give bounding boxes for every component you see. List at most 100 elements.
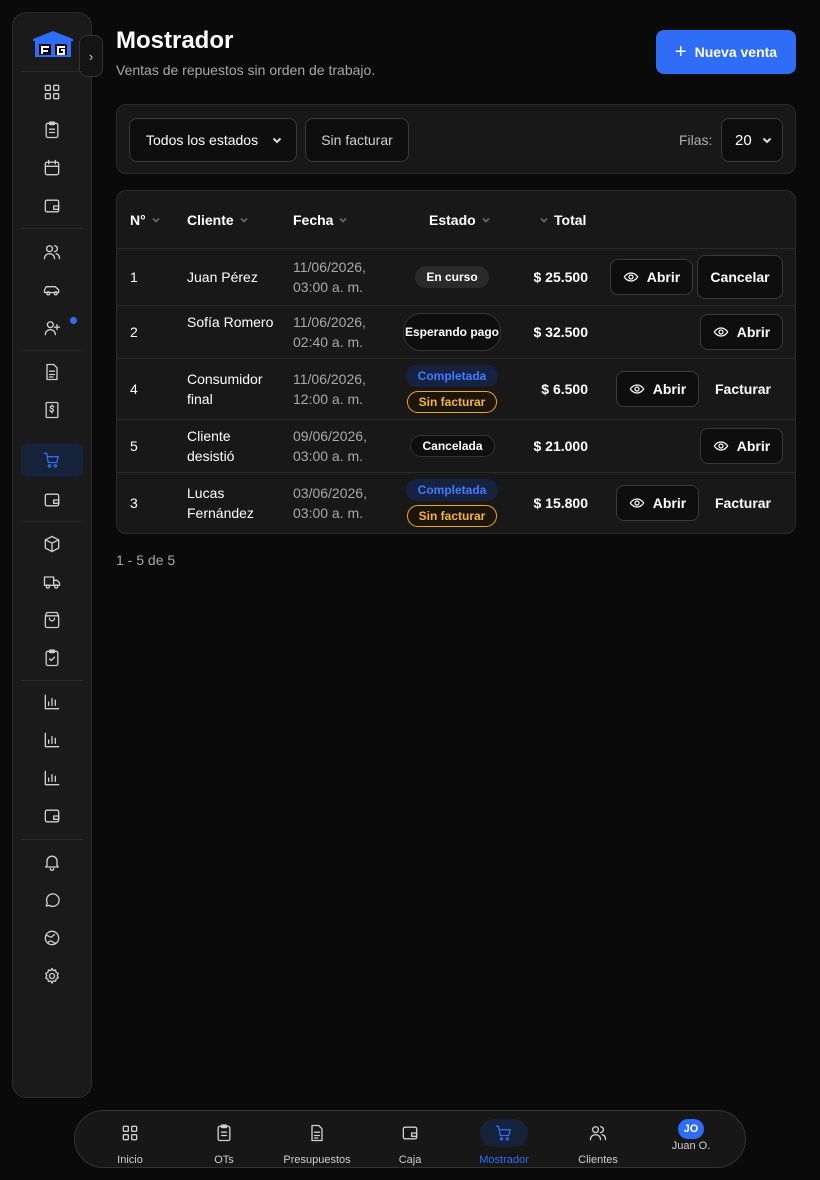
bottom-nav-label: Presupuestos bbox=[283, 1154, 351, 1166]
column-header-estado[interactable]: Estado bbox=[429, 212, 490, 228]
sidebar-divider bbox=[21, 680, 83, 681]
box-icon bbox=[44, 535, 60, 553]
sidebar-item-calendar[interactable] bbox=[21, 151, 83, 185]
users-icon bbox=[43, 245, 61, 260]
car-icon bbox=[43, 286, 60, 296]
invoice-button[interactable]: Facturar bbox=[707, 371, 779, 407]
truck-icon bbox=[43, 576, 61, 589]
status-badge: En curso bbox=[415, 266, 489, 288]
calendar-icon bbox=[44, 159, 60, 176]
status-badge: Completada bbox=[406, 365, 498, 387]
open-button[interactable]: Abrir bbox=[700, 428, 783, 464]
sidebar-item-vehicles[interactable] bbox=[21, 273, 83, 307]
bottom-nav-caja[interactable]: Caja bbox=[365, 1111, 455, 1167]
sidebar-item-report-3[interactable] bbox=[21, 761, 83, 795]
chevron-down-icon bbox=[272, 137, 282, 144]
invoice-dollar-icon bbox=[45, 401, 59, 419]
open-button[interactable]: Abrir bbox=[610, 259, 693, 295]
row-number: 4 bbox=[130, 381, 138, 397]
status-badge: Esperando pago bbox=[403, 313, 501, 351]
row-number: 3 bbox=[130, 495, 138, 511]
sidebar-item-wallet[interactable] bbox=[21, 189, 83, 223]
table-row: 5 Cliente desistió 09/06/2026, 03:00 a. … bbox=[117, 420, 795, 473]
row-client: Lucas Fernández bbox=[187, 485, 254, 521]
bottom-nav-user[interactable]: JO Juan O. bbox=[646, 1111, 736, 1167]
sidebar-item-caja[interactable] bbox=[21, 483, 83, 517]
column-header-fecha[interactable]: Fecha bbox=[293, 212, 348, 228]
document-icon bbox=[46, 363, 58, 381]
billing-badge: Sin facturar bbox=[407, 391, 497, 413]
sidebar-item-add-user[interactable] bbox=[21, 311, 83, 345]
bottom-nav-mostrador[interactable]: Mostrador bbox=[459, 1111, 549, 1167]
cancel-sale-button[interactable]: Cancelar bbox=[697, 255, 783, 299]
plus-icon: + bbox=[674, 41, 687, 63]
table-row: 1 Juan Pérez 11/06/2026, 03:00 a. m. En … bbox=[117, 249, 795, 306]
sidebar-item-tasks[interactable] bbox=[21, 641, 83, 675]
sidebar-item-messages[interactable] bbox=[21, 883, 83, 917]
row-total: $ 21.000 bbox=[533, 438, 589, 454]
rows-per-page-label: Filas: bbox=[679, 132, 713, 148]
sidebar-item-report-1[interactable] bbox=[21, 685, 83, 719]
user-plus-icon bbox=[44, 321, 61, 336]
sidebar-item-presupuestos[interactable] bbox=[21, 355, 83, 389]
new-sale-label: Nueva venta bbox=[694, 44, 778, 60]
sidebar-item-invoice[interactable] bbox=[21, 393, 83, 427]
sort-icon bbox=[540, 217, 548, 223]
sort-icon bbox=[482, 217, 490, 223]
rows-per-page-select[interactable]: 20 bbox=[721, 118, 783, 162]
eye-icon bbox=[629, 384, 645, 394]
bottom-nav-clientes[interactable]: Clientes bbox=[553, 1111, 643, 1167]
sidebar-item-clientes[interactable] bbox=[21, 235, 83, 269]
grid-icon bbox=[44, 84, 60, 100]
new-sale-button[interactable]: + Nueva venta bbox=[656, 30, 796, 74]
column-header-cliente[interactable]: Cliente bbox=[187, 212, 248, 228]
bottom-nav-ots[interactable]: OTs bbox=[179, 1111, 269, 1167]
sidebar-item-shopping[interactable] bbox=[21, 603, 83, 637]
bottom-nav-presupuestos[interactable]: Presupuestos bbox=[272, 1111, 362, 1167]
table-row: 3 Lucas Fernández 03/06/2026, 03:00 a. m… bbox=[117, 473, 795, 533]
open-button[interactable]: Abrir bbox=[700, 314, 783, 350]
sidebar-item-finance[interactable] bbox=[21, 799, 83, 833]
sidebar-item-mostrador[interactable] bbox=[21, 443, 83, 477]
sidebar-item-delivery[interactable] bbox=[21, 565, 83, 599]
bottom-nav-inicio[interactable]: Inicio bbox=[85, 1111, 175, 1167]
column-header-num[interactable]: N° bbox=[130, 212, 160, 228]
open-button[interactable]: Abrir bbox=[616, 485, 699, 521]
cart-icon bbox=[43, 452, 59, 468]
sort-icon bbox=[339, 217, 348, 223]
row-date: 09/06/2026, 03:00 a. m. bbox=[293, 428, 367, 464]
bell-icon bbox=[45, 855, 59, 871]
column-header-total[interactable]: Total bbox=[540, 212, 586, 228]
eye-icon bbox=[629, 498, 645, 508]
bottom-nav-label: OTs bbox=[214, 1154, 234, 1166]
sidebar-item-settings[interactable] bbox=[21, 959, 83, 993]
bottom-nav-label: Clientes bbox=[578, 1154, 618, 1166]
sort-icon bbox=[152, 217, 160, 223]
status-filter-value: Todos los estados bbox=[146, 132, 259, 148]
bottom-nav-label: Caja bbox=[398, 1154, 422, 1166]
row-number: 1 bbox=[130, 269, 138, 285]
sidebar-item-inicio[interactable] bbox=[21, 75, 83, 109]
sidebar-item-ots[interactable] bbox=[21, 113, 83, 147]
row-date: 11/06/2026, 03:00 a. m. bbox=[293, 259, 366, 295]
sidebar-item-notifications[interactable] bbox=[21, 845, 83, 879]
row-number: 5 bbox=[130, 438, 138, 454]
sidebar-item-integrations[interactable] bbox=[21, 921, 83, 955]
sidebar-item-inventory[interactable] bbox=[21, 527, 83, 561]
open-button[interactable]: Abrir bbox=[616, 371, 699, 407]
unbilled-filter-button[interactable]: Sin facturar bbox=[305, 118, 409, 162]
document-icon bbox=[311, 1124, 323, 1142]
bar-chart-icon bbox=[44, 694, 60, 710]
invoice-button[interactable]: Facturar bbox=[707, 485, 779, 521]
sidebar-divider bbox=[21, 71, 83, 72]
clipboard-check-icon bbox=[45, 649, 59, 667]
table-row: 2 Sofía Romero 11/06/2026, 02:40 a. m. E… bbox=[117, 306, 795, 359]
wallet-icon bbox=[44, 199, 60, 213]
bar-chart-icon bbox=[44, 770, 60, 786]
app-logo-icon bbox=[33, 31, 73, 57]
status-filter-select[interactable]: Todos los estados bbox=[129, 118, 297, 162]
eye-icon bbox=[713, 441, 729, 451]
sidebar-item-report-2[interactable] bbox=[21, 723, 83, 757]
page-title: Mostrador bbox=[116, 27, 234, 54]
gear-icon bbox=[45, 967, 59, 984]
